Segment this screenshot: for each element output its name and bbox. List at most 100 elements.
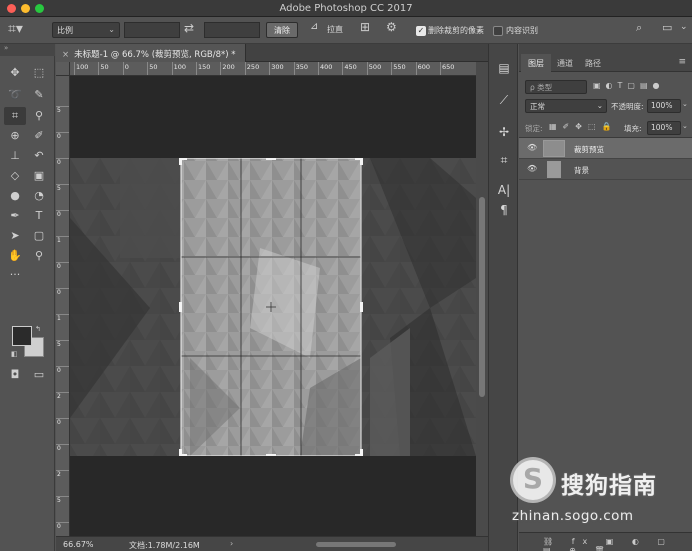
layer-thumbnail	[543, 140, 565, 157]
status-menu-arrow[interactable]: ›	[230, 539, 233, 548]
layer-filter-icons[interactable]: ▣◐T▢▤●	[593, 81, 665, 90]
layer-name[interactable]: 裁剪预览	[574, 144, 604, 155]
quick-select-tool-icon[interactable]: ✎	[28, 86, 50, 104]
straighten-icon[interactable]: ⊿	[310, 21, 324, 37]
history-brush-tool-icon[interactable]: ↶	[28, 147, 50, 165]
layer-filter-select[interactable]: ρ 类型	[525, 80, 587, 94]
overlay-grid-icon[interactable]: ⊞	[360, 20, 376, 36]
path-select-tool-icon[interactable]: ➤	[4, 227, 26, 245]
layer-row[interactable]: 👁 裁剪预览	[519, 138, 692, 159]
opacity-input[interactable]: 100%	[647, 99, 681, 113]
fill-input[interactable]: 100%	[647, 121, 681, 135]
document-info: 文档:1.78M/2.16M	[129, 541, 200, 550]
ratio-select[interactable]: 比例 ⌄	[52, 22, 120, 38]
vertical-scrollbar-thumb[interactable]	[479, 197, 485, 397]
horizontal-scrollbar-thumb[interactable]	[316, 542, 396, 547]
ruler-tick-label: 200	[222, 63, 235, 71]
eraser-tool-icon[interactable]: ◇	[4, 167, 26, 185]
zoom-level[interactable]: 66.67%	[63, 540, 94, 549]
workspace-chevron-icon[interactable]: ⌄	[680, 22, 690, 38]
lasso-tool-icon[interactable]: ➰	[4, 86, 26, 104]
ruler-tick-label: 550	[393, 63, 406, 71]
straighten-label[interactable]: 拉直	[327, 24, 343, 35]
tab-channels[interactable]: 通道	[557, 54, 573, 72]
ruler-tick	[342, 62, 344, 75]
ruler-tick	[74, 62, 75, 75]
vruler-tick-label: 0	[57, 523, 61, 530]
workspace-icon[interactable]: ▭	[662, 21, 676, 37]
eye-icon[interactable]: 👁	[527, 143, 537, 152]
move-tool-icon[interactable]: ✥	[4, 64, 26, 82]
clear-button[interactable]: 清除	[266, 22, 298, 38]
tools-panel-header[interactable]: »	[0, 44, 55, 56]
ruler-tick-label: 400	[320, 63, 333, 71]
ruler-tick	[147, 62, 149, 75]
ruler-tick	[293, 62, 295, 75]
delete-cropped-checkbox[interactable]: ✓	[416, 26, 426, 36]
rectangle-tool-icon[interactable]: ▢	[28, 227, 50, 245]
ruler-tick	[440, 62, 441, 75]
content-aware-checkbox[interactable]	[493, 26, 503, 36]
vruler-tick-label: 0	[57, 419, 61, 426]
vertical-ruler[interactable]: 5 0 0 5 0 1 0 0 1 5 0 2 0 0 2 5 0	[56, 76, 70, 536]
foreground-color-swatch[interactable]	[12, 326, 32, 346]
ruler-origin[interactable]	[56, 62, 70, 76]
opacity-chevron-icon[interactable]: ⌄	[682, 100, 688, 108]
width-input[interactable]	[124, 22, 180, 38]
gear-icon[interactable]: ⚙	[386, 20, 402, 36]
history-panel-icon[interactable]: ▤	[495, 60, 513, 76]
more-tools-icon[interactable]: ···	[4, 266, 26, 284]
healing-brush-tool-icon[interactable]: ⊕	[4, 127, 26, 145]
ruler-tick	[415, 62, 417, 75]
canvas-area[interactable]	[70, 76, 476, 536]
eye-icon[interactable]: 👁	[527, 164, 537, 173]
plugins-panel-icon[interactable]: ✢	[495, 124, 513, 140]
vruler-tick-label: 2	[57, 393, 61, 400]
ruler-tick-label: 350	[295, 63, 309, 71]
search-icon[interactable]: ⌕	[636, 21, 650, 37]
blur-tool-icon[interactable]: ●	[4, 187, 26, 205]
height-input[interactable]	[204, 22, 260, 38]
layer-name[interactable]: 背景	[574, 165, 589, 176]
fill-chevron-icon[interactable]: ⌄	[682, 122, 688, 130]
lock-label: 锁定:	[525, 124, 543, 133]
panel-menu-icon[interactable]: ≡	[678, 57, 686, 67]
tab-paths[interactable]: 路径	[585, 54, 601, 72]
lock-icons[interactable]: ▦✐✥⬚🔒	[549, 122, 617, 131]
swap-dimensions-icon[interactable]: ⇄	[184, 21, 198, 37]
crop-tool-preset-icon[interactable]: ⌗▾	[8, 21, 34, 37]
eyedropper-tool-icon[interactable]: ⚲	[28, 107, 50, 125]
vertical-scrollbar[interactable]	[476, 62, 488, 536]
tab-layers[interactable]: 图层	[521, 54, 551, 72]
document-tab[interactable]: × 未标题-1 @ 66.7% (裁剪预览, RGB/8*) *	[56, 44, 246, 62]
dodge-tool-icon[interactable]: ◔	[28, 187, 50, 205]
gradient-tool-icon[interactable]: ▣	[28, 167, 50, 185]
character-panel-icon[interactable]: A|	[495, 182, 513, 198]
default-colors-icon[interactable]: ◧	[11, 350, 18, 358]
paragraph-panel-icon[interactable]: ¶	[495, 202, 513, 218]
brush-tool-icon[interactable]: ✐	[28, 127, 50, 145]
adjustments-panel-icon[interactable]: ⟋	[495, 92, 513, 108]
pen-tool-icon[interactable]: ✒	[4, 207, 26, 225]
crop-panel-icon[interactable]: ⌗	[495, 152, 513, 168]
quick-mask-icon[interactable]: ◘	[4, 366, 26, 384]
hand-tool-icon[interactable]: ✋	[4, 247, 26, 265]
blend-mode-select[interactable]: 正常 ⌄	[525, 99, 607, 113]
crop-tool-icon[interactable]: ⌗	[4, 107, 26, 125]
layers-bottom-toolbar[interactable]: ⛓ fx ▣ ◐ ▢ ▤ ⊕ 🗑	[519, 532, 692, 551]
watermark-url: zhinan.sogo.com	[512, 508, 634, 524]
vruler-tick-label: 1	[57, 315, 61, 322]
screen-mode-icon[interactable]: ▭	[28, 366, 50, 384]
type-tool-icon[interactable]: T	[28, 207, 50, 225]
close-icon[interactable]: ×	[62, 50, 69, 60]
horizontal-ruler[interactable]: 100 50 0 50 100 150 200 250 300 350 400 450 500 550 60…	[70, 62, 476, 76]
clone-stamp-tool-icon[interactable]: ⊥	[4, 147, 26, 165]
layer-row[interactable]: 👁 背景	[519, 159, 692, 180]
document-canvas[interactable]	[70, 158, 476, 456]
ruler-tick	[171, 62, 173, 75]
zoom-tool-icon[interactable]: ⚲	[28, 247, 50, 265]
marquee-tool-icon[interactable]: ⬚	[28, 64, 50, 82]
layers-panel-header[interactable]	[519, 44, 692, 54]
document-tab-label: 未标题-1 @ 66.7% (裁剪预览, RGB/8*) *	[74, 50, 236, 60]
swap-colors-icon[interactable]: ↰	[35, 325, 41, 333]
